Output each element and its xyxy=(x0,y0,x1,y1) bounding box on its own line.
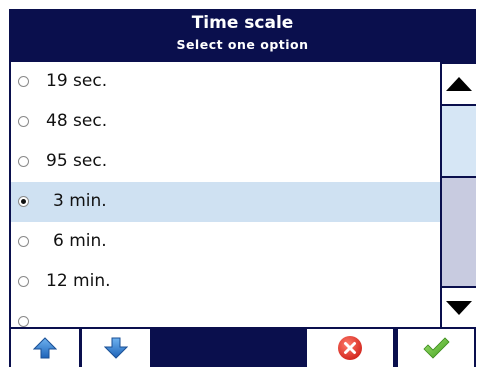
option-95-sec[interactable]: 95 sec. xyxy=(11,142,440,182)
radio-icon[interactable] xyxy=(18,276,29,287)
arrow-down-icon xyxy=(104,337,128,359)
option-label: 3 min. xyxy=(53,191,107,211)
radio-icon[interactable] xyxy=(18,156,29,167)
close-circle-icon xyxy=(338,336,362,360)
option-label: 12 min. xyxy=(46,271,111,291)
option-3-min[interactable]: 3 min. xyxy=(11,182,440,222)
option-12-min[interactable]: 12 min. xyxy=(11,262,440,302)
radio-icon[interactable] xyxy=(18,316,29,327)
radio-icon[interactable] xyxy=(18,76,29,87)
option-label: 6 min. xyxy=(53,231,107,251)
dialog-title: Time scale xyxy=(191,13,294,33)
option-label: 95 sec. xyxy=(46,151,108,171)
move-down-button[interactable] xyxy=(82,329,150,367)
move-up-button[interactable] xyxy=(11,329,79,367)
option-48-sec[interactable]: 48 sec. xyxy=(11,102,440,142)
option-19-sec[interactable]: 19 sec. xyxy=(11,62,440,102)
cancel-button[interactable] xyxy=(307,329,393,367)
triangle-up-icon xyxy=(446,77,472,91)
dialog-header: Time scale Select one option xyxy=(9,9,476,59)
radio-icon[interactable] xyxy=(18,236,29,247)
radio-icon[interactable] xyxy=(18,116,29,127)
option-label: 48 sec. xyxy=(46,111,108,131)
arrow-up-icon xyxy=(33,337,57,359)
option-6-min[interactable]: 6 min. xyxy=(11,222,440,262)
scroll-up-button[interactable] xyxy=(442,64,476,104)
triangle-down-icon xyxy=(446,301,472,315)
option-partial-next[interactable] xyxy=(11,302,440,328)
option-list: 19 sec. 48 sec. 95 sec. 3 min. 6 min. 12… xyxy=(11,62,440,328)
radio-icon[interactable] xyxy=(18,196,29,207)
scroll-thumb[interactable] xyxy=(442,178,476,286)
bottom-toolbar xyxy=(9,327,476,367)
scroll-track[interactable] xyxy=(442,106,476,176)
scroll-down-button[interactable] xyxy=(442,288,476,328)
dialog-subtitle: Select one option xyxy=(176,37,309,52)
time-scale-dialog: Time scale Select one option 19 sec. 48 … xyxy=(9,9,476,367)
scrollbar[interactable] xyxy=(440,62,476,328)
option-label: 19 sec. xyxy=(46,71,108,91)
checkmark-icon xyxy=(423,337,450,359)
confirm-button[interactable] xyxy=(398,329,474,367)
